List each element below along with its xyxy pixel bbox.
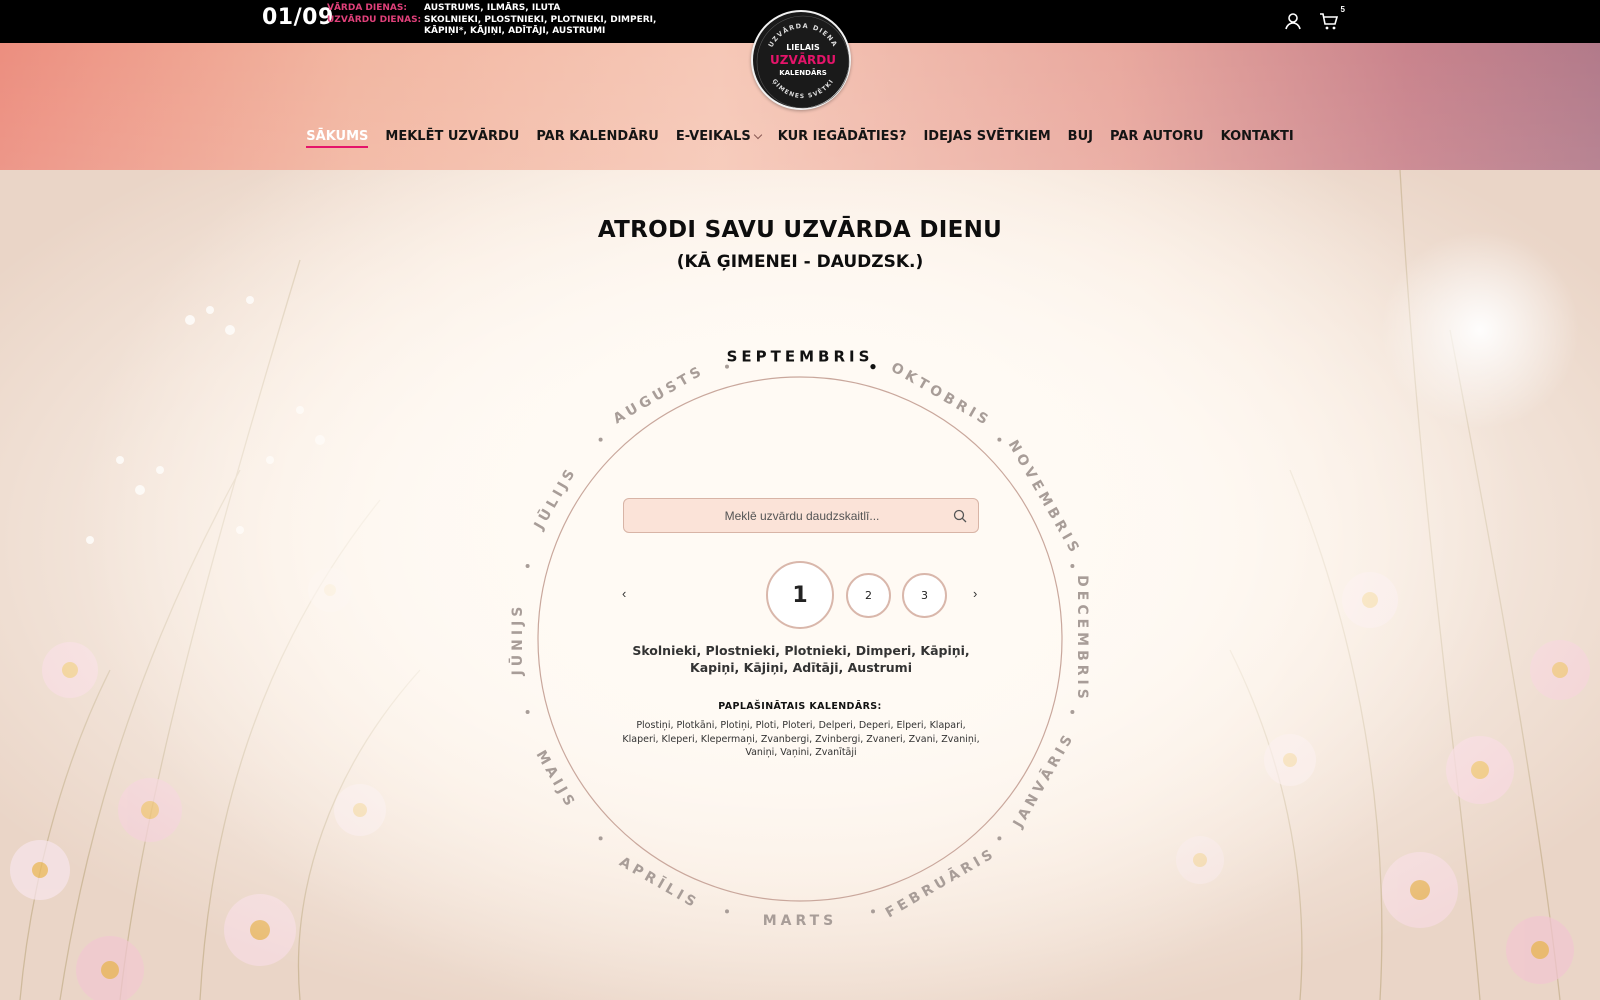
nav-item-buj[interactable]: BUJ (1068, 129, 1093, 148)
logo-arc-bottom: ĢIMENES SVĒTKI (770, 78, 834, 100)
logo-line3: KALENDĀRS (779, 68, 827, 77)
name-days-label: VĀRDA DIENAS: (327, 3, 407, 13)
nav-item-kur-iegadaties[interactable]: KUR IEGĀDĀTIES? (778, 129, 907, 148)
surname-days-label: UZVĀRDU DIENAS: (327, 14, 422, 25)
prev-day-button[interactable]: ‹ (622, 586, 626, 601)
nav-item-sakums[interactable]: SĀKUMS (306, 129, 369, 148)
logo-line2: UZVĀRDU (770, 53, 836, 67)
logo-line1: LIELAIS (786, 43, 820, 52)
extended-calendar-names: Plostiņi, Plotkāni, Plotiņi, Ploti, Plot… (622, 720, 980, 758)
hero-subtitle: (KĀ ĢIMENEI - DAUDZSK.) (676, 252, 924, 272)
site-logo[interactable]: UZVĀRDA DIENA ĢIMENES SVĒTKI LIELAIS UZV… (751, 10, 851, 110)
search-input[interactable] (652, 499, 952, 532)
nav-item-e-veikals-label: E-VEIKALS (675, 129, 751, 144)
nav-item-kontakti[interactable]: KONTAKTI (1221, 129, 1294, 148)
nav-item-e-veikals[interactable]: E-VEIKALS (675, 129, 762, 148)
nav-item-par-kalendaru[interactable]: PAR KALENDĀRU (536, 129, 659, 148)
nav-item-meklet-uzvardu[interactable]: MEKLĒT UZVĀRDU (385, 129, 519, 148)
name-days-value: AUSTRUMS, ILMĀRS, ILUTA (424, 3, 561, 13)
main-nav: SĀKUMS MEKLĒT UZVĀRDU PAR KALENDĀRU E-VE… (0, 129, 1600, 148)
next-day-button[interactable]: › (973, 586, 977, 601)
cart-icon[interactable]: 5 (1319, 5, 1345, 31)
user-icon[interactable] (1283, 11, 1303, 31)
surname-search (623, 498, 979, 533)
day-page-3[interactable]: 3 (902, 573, 947, 618)
nav-item-idejas-svetkiem[interactable]: IDEJAS SVĒTKIEM (923, 129, 1050, 148)
current-date: 01/09 (262, 5, 334, 30)
surname-days-value: SKOLNIEKI, PLOSTNIEKI, PLOTNIEKI, DIMPER… (424, 14, 657, 37)
extended-calendar-title: PAPLAŠINĀTAIS KALENDĀRS: (718, 701, 882, 712)
day-page-2[interactable]: 2 (846, 573, 891, 618)
search-icon[interactable] (953, 509, 967, 523)
chevron-down-icon (753, 130, 762, 140)
hero-title: ATRODI SAVU UZVĀRDA DIENU (597, 217, 1003, 243)
surname-day-names: Skolnieki, Plostnieki, Plotnieki, Dimper… (632, 643, 970, 675)
todays-name-days: VĀRDA DIENAS: AUSTRUMS, ILMĀRS, ILUTA UZ… (327, 3, 689, 38)
nav-item-par-autoru[interactable]: PAR AUTORU (1110, 129, 1204, 148)
cart-count-badge: 5 (1340, 5, 1345, 14)
svg-text:ĢIMENES SVĒTKI: ĢIMENES SVĒTKI (770, 78, 835, 100)
day-page-current[interactable]: 1 (766, 561, 834, 629)
